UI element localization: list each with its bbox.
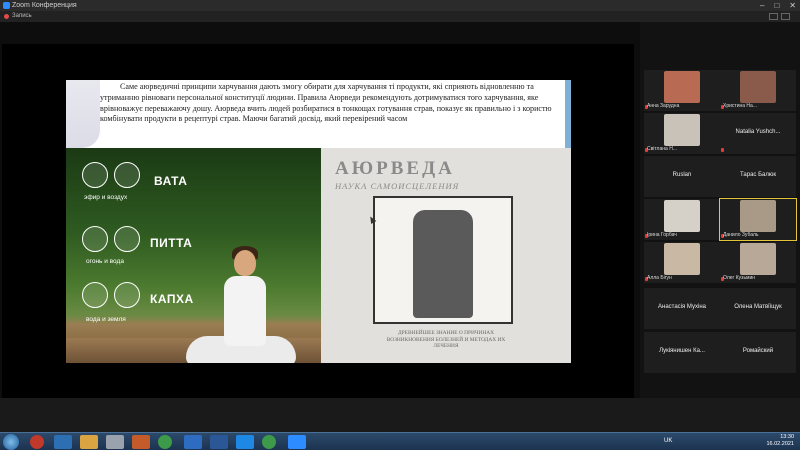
book-cover-image: АЮРВЕДА НАУКА САМОИСЦЕЛЕНИЯ ДРЕВНЕЙШЕЕ З… (321, 148, 571, 363)
zoom-window: Zoom Конференция – □ ✕ Запись Саме аюрве… (0, 0, 800, 450)
recording-icon (4, 14, 9, 19)
participant-video (740, 71, 776, 103)
start-button[interactable] (3, 434, 19, 450)
maximize-icon[interactable]: □ (774, 0, 779, 11)
muted-mic-icon (721, 148, 724, 152)
system-clock[interactable]: 13:30 16.02.2021 (766, 434, 794, 448)
gallery-view-icon[interactable] (769, 13, 778, 20)
participant-name: Анна Зарудна (647, 103, 680, 109)
presentation-slide: Саме аюрведичні принципи харчування дают… (66, 80, 571, 363)
dosha-pitta-sub: огонь и вода (86, 258, 124, 265)
dosha-vata: ВАТА (154, 174, 188, 188)
participant-tile[interactable]: Олег Кузьмин (720, 242, 796, 283)
participant-tile[interactable]: Анна Зарудна (644, 70, 720, 111)
minimize-icon[interactable]: – (760, 0, 764, 11)
participant-name: Ірина Горбач (647, 232, 677, 238)
chrome-icon[interactable] (262, 435, 276, 449)
clock-time: 13:30 (780, 434, 794, 440)
view-controls (769, 11, 790, 20)
dosha-vata-sub: эфир и воздух (84, 194, 128, 201)
opera-icon[interactable] (30, 435, 44, 449)
media-player-icon[interactable] (54, 435, 72, 449)
air-icon (114, 162, 140, 188)
participant-name: Анастасія Мухіна (658, 304, 706, 310)
recording-label: Запись (12, 13, 32, 19)
participant-name: Ромайский (742, 348, 774, 354)
participant-tile[interactable]: Ромайский (720, 332, 796, 373)
water-drop-icon (82, 282, 108, 308)
woman-figure-body (224, 276, 266, 346)
participant-name: Natalia Yushch... (735, 129, 781, 135)
participant-name: Христина На... (723, 103, 757, 109)
participant-name: Лукіянишен Ка... (659, 348, 705, 354)
deity-illustration (413, 210, 473, 318)
woman-figure-head (234, 250, 256, 276)
participant-tile[interactable]: Світлана Н... (644, 113, 720, 154)
window-controls: – □ ✕ (760, 0, 796, 11)
file-explorer-icon[interactable] (80, 435, 98, 449)
dosha-pitta: ПИТТА (150, 236, 193, 250)
app-icon[interactable] (106, 435, 124, 449)
participant-name: Данило Зубаль (723, 232, 759, 238)
participant-tile[interactable]: Алла Бігун (644, 242, 720, 283)
slide-decoration (66, 80, 100, 148)
windows-taskbar: UK 13:30 16.02.2021 (0, 432, 800, 450)
close-icon[interactable]: ✕ (789, 0, 796, 11)
participant-tile-active-speaker[interactable]: Данило Зубаль (719, 198, 797, 241)
zoom-icon[interactable] (288, 435, 306, 449)
fire-icon (82, 226, 108, 252)
ether-icon (82, 162, 108, 188)
participant-video (664, 200, 700, 232)
book-note: ДРЕВНЕЙШЕЕ ЗНАНИЕ О ПРИЧИНАХ ВОЗНИКНОВЕН… (386, 330, 506, 349)
window-title: Zoom Конференция (12, 2, 77, 9)
dosha-kapha-sub: вода и земля (86, 316, 126, 323)
earth-sprout-icon (114, 282, 140, 308)
participant-video (664, 114, 700, 146)
powerpoint-icon[interactable] (132, 435, 150, 449)
participant-tile[interactable]: Natalia Yushch... (720, 113, 796, 154)
participant-video (664, 243, 700, 275)
participant-name: Олена Матвіїщук (734, 304, 782, 310)
clock-date: 16.02.2021 (766, 441, 794, 447)
dosha-kapha: КАПХА (150, 292, 194, 306)
word-icon[interactable] (210, 435, 228, 449)
participants-gallery: Анна Зарудна Христина На... Світлана Н..… (640, 22, 800, 398)
slide-paragraph: Саме аюрведичні принципи харчування дают… (100, 82, 552, 124)
participant-tile[interactable]: Анастасія Мухіна (644, 288, 720, 329)
book-title: АЮРВЕДА (335, 158, 455, 179)
participant-tile[interactable]: Ірина Горбач (644, 199, 720, 240)
participant-tile[interactable]: Лукіянишен Ка... (644, 332, 720, 373)
title-bar: Zoom Конференция – □ ✕ (0, 0, 800, 11)
participant-tile[interactable]: Христина На... (720, 70, 796, 111)
participant-tile[interactable]: Тарас Балюк (720, 156, 796, 197)
onedrive-icon[interactable] (236, 435, 254, 449)
participant-video (740, 243, 776, 275)
zoom-app-icon (3, 2, 10, 9)
chrome-icon[interactable] (158, 435, 172, 449)
participant-tile[interactable]: Ruslan (644, 156, 720, 197)
participant-name: Світлана Н... (647, 146, 677, 152)
participant-video (740, 200, 776, 232)
fullscreen-icon[interactable] (781, 13, 790, 20)
participant-name: Алла Бігун (647, 275, 672, 281)
water-icon (114, 226, 140, 252)
participant-name: Тарас Балюк (740, 172, 776, 178)
yoga-image: ВАТА эфир и воздух ПИТТА огонь и вода КА… (66, 148, 321, 363)
participant-tile[interactable]: Олена Матвіїщук (720, 288, 796, 329)
language-indicator[interactable]: UK (664, 438, 672, 444)
participant-video (664, 71, 700, 103)
app-icon[interactable] (184, 435, 202, 449)
participant-name: Ruslan (672, 172, 692, 178)
participant-name: Олег Кузьмин (723, 275, 756, 281)
book-subtitle: НАУКА САМОИСЦЕЛЕНИЯ (335, 181, 460, 191)
recording-bar: Запись (0, 11, 800, 22)
